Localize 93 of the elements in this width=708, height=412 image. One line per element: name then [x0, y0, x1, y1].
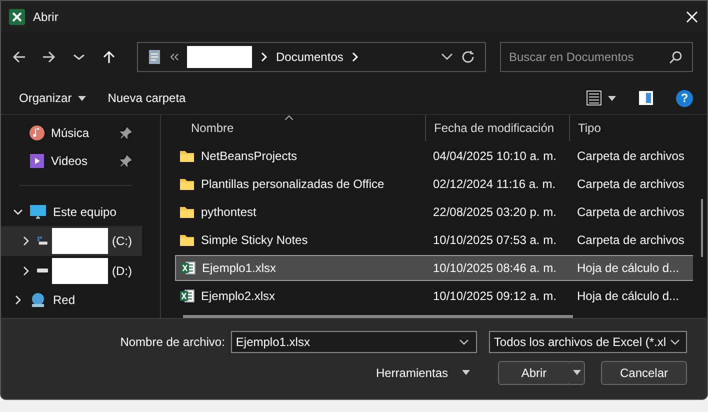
nav-label: Videos [51, 154, 88, 168]
search-icon [669, 50, 683, 64]
double-chevron-left-icon [169, 52, 179, 62]
search-field[interactable]: Buscar en Documentos [500, 42, 693, 72]
file-name-cell[interactable]: Ejemplo1.xlsx [175, 254, 425, 281]
forward-arrow-button[interactable] [41, 49, 57, 66]
preview-pane-icon [638, 90, 654, 106]
file-name-cell[interactable]: pythontest [175, 198, 425, 225]
chevron-down-icon [670, 338, 680, 346]
file-name-cell[interactable]: NetBeansProjects [175, 142, 425, 169]
tools-button[interactable]: Herramientas [370, 360, 476, 385]
breadcrumb-item[interactable]: Documentos [276, 50, 344, 64]
monitor-icon [29, 204, 47, 220]
type-cell-text: Hoja de cálculo d... [576, 288, 680, 305]
file-name-cell[interactable]: Ejemplo2.xlsx [175, 282, 425, 309]
close-icon [685, 10, 699, 24]
back-arrow-icon [11, 49, 27, 66]
spreadsheet-icon [180, 260, 196, 276]
up-arrow-icon [101, 49, 117, 66]
spreadsheet-icon [179, 288, 195, 304]
filename-label: Nombre de archivo: [120, 334, 225, 349]
chevron-right-icon[interactable] [21, 236, 31, 246]
nav-label: (C:) [112, 234, 132, 248]
music-icon [29, 124, 45, 141]
view-options-button[interactable] [586, 90, 616, 106]
refresh-icon[interactable] [461, 50, 475, 64]
nav-label: Red [53, 292, 76, 307]
caret-down-icon [608, 96, 616, 101]
type-cell-text: Carpeta de archivos [576, 204, 686, 221]
document-icon [148, 49, 161, 66]
nav-item[interactable]: Música [1, 118, 142, 147]
app-logo-icon [9, 8, 25, 25]
up-arrow-button[interactable] [101, 49, 117, 66]
nav-label: (D:) [112, 264, 132, 278]
chevron-right-icon [351, 52, 360, 62]
nav-item[interactable]: (C:) [1, 226, 142, 256]
nav-item[interactable]: (D:) [1, 256, 142, 286]
network-icon [29, 292, 47, 308]
caret-down-icon [572, 370, 580, 376]
folder-icon [179, 176, 195, 191]
close-button[interactable] [685, 10, 699, 24]
column-header[interactable]: Fecha de modificación [425, 114, 569, 141]
nav-item[interactable]: Este equipo [1, 198, 142, 226]
type-cell-text: Carpeta de archivos [576, 176, 686, 193]
type-cell-text: Carpeta de archivos [576, 148, 686, 165]
folder-icon [179, 204, 195, 219]
window-title: Abrir [33, 10, 60, 24]
file-type-dropdown[interactable]: Todos los archivos de Excel (*.xl [488, 330, 687, 353]
cancel-button[interactable]: Cancelar [601, 360, 687, 385]
chevron-right-icon [260, 52, 268, 62]
vertical-scrollbar[interactable] [701, 198, 703, 257]
open-options-button[interactable] [569, 360, 585, 385]
chevron-down-icon [458, 338, 469, 346]
film-icon [29, 152, 45, 169]
drive-icon [37, 268, 48, 274]
toolbar-button[interactable]: Organizar [19, 91, 86, 106]
list-view-icon [586, 90, 602, 106]
nav-item[interactable]: Videos [1, 146, 142, 175]
filename-field[interactable]: Ejemplo1.xlsx [230, 330, 477, 353]
folder-icon [179, 232, 195, 247]
type-cell-text: Carpeta de archivos [576, 232, 686, 249]
redaction-block [52, 228, 108, 254]
caret-down-icon [78, 96, 86, 101]
caret-down-icon [462, 370, 470, 376]
sort-up-icon [285, 114, 293, 120]
nav-label: Este equipo [53, 204, 118, 219]
address-bar[interactable]: Documentos [137, 42, 486, 72]
file-name-cell[interactable]: Plantillas personalizadas de Office [175, 170, 425, 197]
open-button[interactable]: Abrir [498, 360, 570, 385]
nav-label: Música [51, 126, 90, 140]
help-button[interactable]: ? [676, 90, 693, 107]
date-cell-text: 02/12/2024 11:16 a. m. [432, 176, 557, 193]
date-cell-text: 22/08/2025 03:20 p. m. [432, 204, 558, 221]
redaction-block [52, 258, 108, 284]
nav-item[interactable]: Red [1, 286, 142, 314]
file-name-cell[interactable]: Simple Sticky Notes [175, 226, 425, 253]
chevron-right-icon[interactable] [21, 266, 31, 276]
column-header[interactable]: Nombre [175, 114, 425, 141]
type-cell: Hoja de cálculo d... [569, 254, 693, 281]
chevron-down-icon[interactable] [441, 52, 453, 62]
horizontal-scrollbar[interactable] [183, 314, 573, 318]
chevron-down-icon[interactable] [13, 206, 23, 217]
chevron-right-icon[interactable] [13, 294, 23, 305]
preview-pane-button[interactable] [638, 90, 654, 106]
toolbar-button[interactable]: Nueva carpeta [108, 91, 186, 106]
date-cell-text: 04/04/2025 10:10 a. m. [432, 148, 558, 165]
column-header[interactable]: Tipo [569, 114, 693, 141]
folder-icon [179, 148, 195, 163]
back-arrow-button[interactable] [11, 49, 27, 66]
date-cell-text: 10/10/2025 09:12 a. m. [432, 288, 558, 305]
forward-arrow-icon [41, 49, 57, 66]
date-cell-text: 10/10/2025 07:53 a. m. [432, 232, 558, 249]
date-cell: 10/10/2025 08:46 a. m. [425, 254, 569, 281]
